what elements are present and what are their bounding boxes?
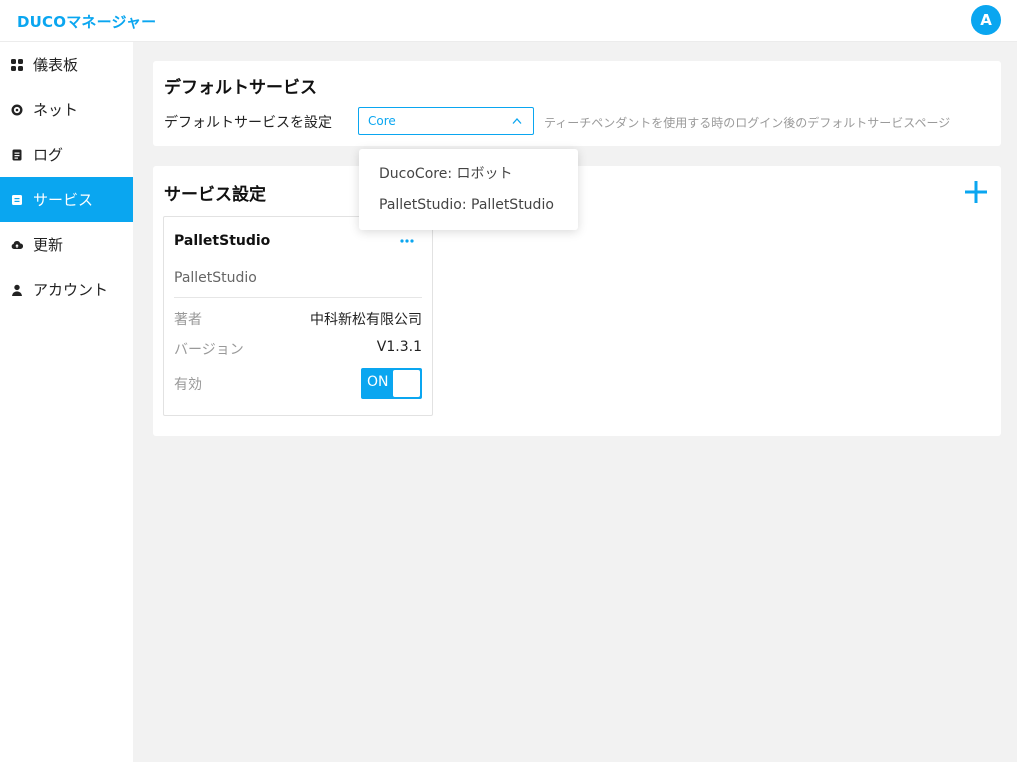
sidebar-item-label: サービス	[33, 191, 94, 209]
divider	[174, 297, 422, 298]
account-icon	[11, 284, 23, 296]
version-label: バージョン	[174, 342, 244, 358]
default-service-selected-value: Core	[368, 114, 396, 128]
sidebar-item-account[interactable]: アカウント	[0, 267, 133, 312]
top-bar: DUCOマネージャー A	[0, 0, 1017, 42]
dropdown-option-palletstudio[interactable]: PalletStudio: PalletStudio	[379, 197, 554, 213]
more-icon[interactable]	[399, 236, 415, 246]
user-avatar[interactable]: A	[971, 5, 1001, 35]
toggle-state-label: ON	[367, 374, 389, 390]
dropdown-option-ducocore[interactable]: DucoCore: ロボット	[379, 163, 513, 183]
plus-icon[interactable]	[964, 180, 988, 204]
default-service-select[interactable]: Core	[358, 107, 534, 135]
dashboard-icon	[11, 58, 23, 71]
service-card: PalletStudio PalletStudio 著者 中科新松有限公司 バー…	[163, 216, 433, 416]
sidebar-item-label: ログ	[33, 146, 64, 164]
default-service-label: デフォルトサービスを設定	[164, 115, 332, 131]
default-service-hint: ティーチペンダントを使用する時のログイン後のデフォルトサービスページ	[544, 116, 951, 130]
network-icon	[11, 103, 23, 116]
author-label: 著者	[174, 312, 202, 328]
log-icon	[11, 149, 23, 161]
sidebar-item-dashboard[interactable]: 儀表板	[0, 42, 133, 87]
cloud-update-icon	[11, 239, 23, 251]
default-service-title: デフォルトサービス	[164, 78, 317, 98]
sidebar-item-service[interactable]: サービス	[0, 177, 133, 222]
chevron-up-icon	[512, 118, 522, 124]
sidebar: 儀表板 ネット ログ サービス 更新 アカウント	[0, 42, 133, 762]
default-service-dropdown: DucoCore: ロボット PalletStudio: PalletStudi…	[359, 149, 578, 230]
sidebar-item-label: 儀表板	[33, 56, 79, 74]
toggle-knob	[393, 370, 420, 397]
sidebar-item-label: ネット	[33, 101, 79, 119]
service-icon	[11, 194, 23, 206]
sidebar-item-network[interactable]: ネット	[0, 87, 133, 132]
sidebar-item-label: アカウント	[33, 281, 109, 299]
service-description: PalletStudio	[174, 270, 257, 286]
sidebar-item-label: 更新	[33, 236, 64, 254]
enabled-toggle[interactable]: ON	[361, 368, 422, 399]
service-settings-title: サービス設定	[164, 185, 266, 205]
enabled-label: 有効	[174, 377, 202, 393]
default-service-card: デフォルトサービス デフォルトサービスを設定 Core ティーチペンダントを使用…	[153, 61, 1001, 146]
service-name: PalletStudio	[174, 233, 271, 249]
app-title: DUCOマネージャー	[17, 13, 157, 31]
sidebar-item-update[interactable]: 更新	[0, 222, 133, 267]
sidebar-item-log[interactable]: ログ	[0, 132, 133, 177]
author-value: 中科新松有限公司	[310, 312, 422, 328]
version-value: V1.3.1	[376, 339, 422, 355]
